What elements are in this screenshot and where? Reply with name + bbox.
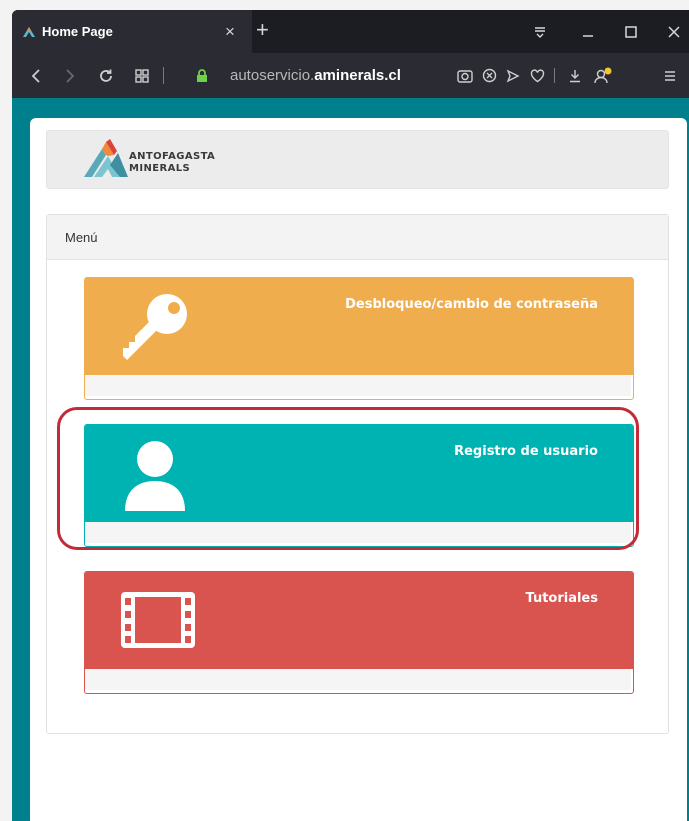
maximize-icon[interactable] (611, 10, 651, 53)
logo-text: ANTOFAGASTA MINERALS (129, 151, 215, 175)
close-window-icon[interactable] (654, 10, 689, 53)
logo-header: ANTOFAGASTA MINERALS (46, 130, 669, 189)
download-icon[interactable] (564, 53, 586, 98)
forward-icon[interactable] (56, 53, 84, 98)
heart-icon[interactable] (526, 53, 548, 98)
speed-dial-icon[interactable] (128, 53, 156, 98)
tab-list-icon[interactable] (520, 10, 560, 53)
toolbar-divider (554, 68, 555, 83)
adblock-icon[interactable] (478, 53, 500, 98)
password-unlock-card[interactable]: Desbloqueo/cambio de contraseña (84, 277, 634, 400)
card-body: Tutoriales (85, 572, 633, 669)
tab-title: Home Page (42, 24, 113, 39)
account-icon[interactable] (592, 53, 614, 98)
new-tab-button[interactable]: + (256, 19, 269, 41)
logo-favicon-icon (22, 25, 36, 39)
tab-strip: Home Page × + (12, 10, 689, 53)
film-icon (121, 592, 195, 653)
close-tab-icon[interactable]: × (225, 23, 235, 40)
antofagasta-logo-icon (84, 139, 128, 182)
menu-icon[interactable] (659, 53, 681, 98)
card-title: Desbloqueo/cambio de contraseña (345, 297, 598, 312)
address-bar: autoservicio.aminerals.cl (12, 53, 689, 98)
card-body: Desbloqueo/cambio de contraseña (85, 278, 633, 375)
toolbar-divider (163, 67, 164, 84)
minimize-icon[interactable] (568, 10, 608, 53)
card-footer (85, 375, 631, 396)
tutorials-card[interactable]: Tutoriales (84, 571, 634, 694)
url-field[interactable]: autoservicio.aminerals.cl (230, 67, 401, 84)
reload-icon[interactable] (92, 53, 120, 98)
key-icon (121, 290, 191, 369)
send-icon[interactable] (502, 53, 524, 98)
logo-line1: ANTOFAGASTA (129, 151, 216, 162)
card-title: Tutoriales (525, 591, 599, 606)
lock-icon[interactable] (188, 53, 216, 98)
logo-line2: MINERALS (129, 163, 191, 174)
back-icon[interactable] (22, 53, 50, 98)
browser-tab[interactable]: Home Page × (12, 10, 252, 53)
card-footer (85, 669, 631, 690)
menu-header: Menú (47, 215, 668, 260)
camera-icon[interactable] (454, 53, 476, 98)
url-prefix: autoservicio. (230, 67, 315, 84)
highlight-annotation (57, 407, 639, 550)
url-domain: aminerals.cl (314, 67, 401, 84)
